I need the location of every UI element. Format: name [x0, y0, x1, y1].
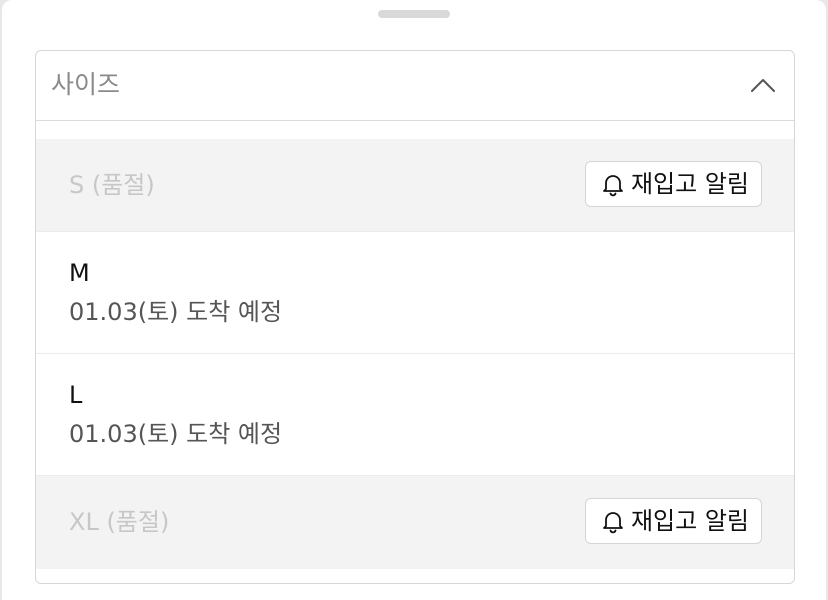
- size-dropdown-header[interactable]: 사이즈: [36, 51, 794, 121]
- size-option-s: S (품절) 재입고 알림: [36, 139, 794, 232]
- size-option-m[interactable]: M 01.03(토) 도착 예정: [36, 232, 794, 354]
- arrival-date-text: 01.03(토) 도착 예정: [69, 298, 283, 326]
- sheet-grabber-handle[interactable]: [378, 10, 450, 18]
- list-top-spacer: [36, 121, 794, 139]
- size-option-xl: XL (품절) 재입고 알림: [36, 476, 794, 569]
- size-option-label: M: [69, 259, 90, 287]
- size-dropdown: 사이즈 S (품절) 재입고 알림 M 01.03(토) 도착 예정 L 01.…: [35, 50, 795, 584]
- bell-icon: [603, 175, 623, 197]
- size-option-label: L: [69, 381, 83, 409]
- size-dropdown-title: 사이즈: [51, 70, 121, 99]
- restock-alert-label: 재입고 알림: [630, 507, 749, 535]
- size-option-label: XL (품절): [69, 508, 170, 536]
- size-option-list: S (품절) 재입고 알림 M 01.03(토) 도착 예정 L 01.03(토…: [36, 121, 794, 569]
- bottom-sheet: 사이즈 S (품절) 재입고 알림 M 01.03(토) 도착 예정 L 01.…: [2, 0, 826, 600]
- bell-icon: [603, 512, 623, 534]
- restock-alert-button[interactable]: 재입고 알림: [584, 498, 762, 544]
- restock-alert-label: 재입고 알림: [630, 170, 749, 198]
- size-option-label: S (품절): [69, 171, 155, 199]
- restock-alert-button[interactable]: 재입고 알림: [584, 161, 762, 207]
- chevron-up-icon[interactable]: [748, 71, 778, 101]
- arrival-date-text: 01.03(토) 도착 예정: [69, 420, 283, 448]
- size-option-l[interactable]: L 01.03(토) 도착 예정: [36, 354, 794, 476]
